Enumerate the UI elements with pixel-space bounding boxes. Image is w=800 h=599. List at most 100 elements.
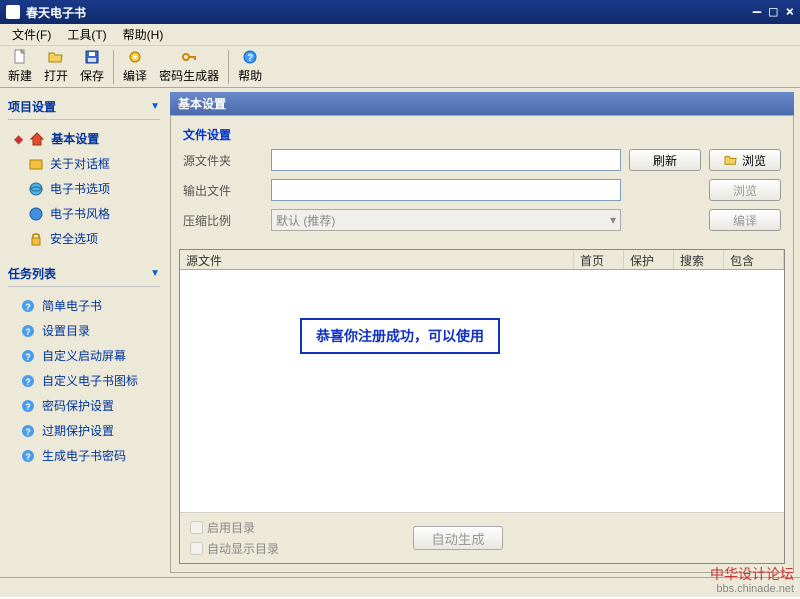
compression-label: 压缩比例 [183,212,263,229]
help-icon: ? [20,323,36,339]
workspace: 项目设置 ▼ ◆ 基本设置 关于对话框 电子书选项 电子书风格 安全选项 任务列… [0,88,800,577]
new-file-icon [12,49,28,65]
row-compression: 压缩比例 默认 (推荐) ▾ 编译 [183,209,781,231]
row-output-file: 输出文件 浏览 [183,179,781,201]
sidebar-item-basic[interactable]: ◆ 基本设置 [8,126,160,151]
sidebar-project-head: 项目设置 ▼ [8,94,160,120]
col-protect[interactable]: 保护 [624,250,674,269]
compression-value: 默认 (推荐) [276,212,335,229]
box-icon [28,156,44,172]
task-simple-ebook[interactable]: ? 简单电子书 [8,293,160,318]
auto-generate-button[interactable]: 自动生成 [413,526,503,550]
toolbar: 新建 打开 保存 编译 密码生成器 ? 帮助 [0,46,800,88]
collapse-icon[interactable]: ▼ [150,101,160,112]
bullet-icon: ◆ [14,132,23,146]
chevron-down-icon: ▾ [610,213,616,227]
panel-title: 基本设置 [170,92,794,115]
sidebar-item-options[interactable]: 电子书选项 [8,176,160,201]
sidebar-tasks-title: 任务列表 [8,265,56,282]
col-source-file[interactable]: 源文件 [180,250,574,269]
new-button[interactable]: 新建 [2,47,38,87]
sidebar-item-style[interactable]: 电子书风格 [8,201,160,226]
help-icon: ? [20,373,36,389]
enable-toc-checkbox[interactable]: 启用目录 [190,519,279,536]
compile-button[interactable]: 编译 [117,47,153,87]
key-icon [181,49,197,65]
svg-text:?: ? [25,402,31,412]
menu-file[interactable]: 文件(F) [4,24,59,45]
task-label: 密码保护设置 [42,397,114,414]
source-files-body: 恭喜你注册成功，可以使用 [180,270,784,512]
source-files-footer: 启用目录 自动显示目录 自动生成 [180,512,784,563]
gear-icon [127,49,143,65]
help-icon: ? [20,298,36,314]
col-search[interactable]: 搜索 [674,250,724,269]
task-label: 设置目录 [42,322,90,339]
help-icon: ? [20,423,36,439]
svg-text:?: ? [247,53,253,64]
save-icon [84,49,100,65]
row-source-folder: 源文件夹 刷新 浏览 [183,149,781,171]
save-button[interactable]: 保存 [74,47,110,87]
col-home[interactable]: 首页 [574,250,624,269]
menu-tools[interactable]: 工具(T) [59,24,114,45]
sidebar-project-title: 项目设置 [8,98,56,115]
task-gen-password[interactable]: ?生成电子书密码 [8,443,160,468]
task-icon[interactable]: ? 自定义电子书图标 [8,368,160,393]
browse-source-button[interactable]: 浏览 [709,149,781,171]
compile-label: 编译 [123,67,147,84]
globe-icon [28,206,44,222]
task-label: 简单电子书 [42,297,102,314]
help-icon: ? [20,348,36,364]
svg-text:?: ? [25,352,31,362]
maximize-button[interactable]: □ [769,4,777,20]
svg-text:?: ? [25,302,31,312]
collapse-icon[interactable]: ▼ [150,268,160,279]
auto-show-toc-checkbox[interactable]: 自动显示目录 [190,540,279,557]
success-message: 恭喜你注册成功，可以使用 [300,318,500,354]
sidebar-label: 关于对话框 [50,155,110,172]
open-folder-icon [48,49,64,65]
task-set-toc[interactable]: ? 设置目录 [8,318,160,343]
sidebar-item-about[interactable]: 关于对话框 [8,151,160,176]
window-title: 春天电子书 [26,4,753,21]
sidebar-item-security[interactable]: 安全选项 [8,226,160,251]
sidebar-tasks-head: 任务列表 ▼ [8,261,160,287]
minimize-button[interactable]: — [753,4,761,20]
task-label: 自定义电子书图标 [42,372,138,389]
source-folder-input[interactable] [271,149,621,171]
toolbar-separator [228,50,229,84]
source-files-panel: 源文件 首页 保护 搜索 包含 恭喜你注册成功，可以使用 启用目录 自动显示目录… [179,249,785,564]
close-button[interactable]: × [786,4,794,20]
col-include[interactable]: 包含 [724,250,784,269]
refresh-button[interactable]: 刷新 [629,149,701,171]
help-icon: ? [242,49,258,65]
browse-output-button[interactable]: 浏览 [709,179,781,201]
task-splash[interactable]: ? 自定义启动屏幕 [8,343,160,368]
task-label: 自定义启动屏幕 [42,347,126,364]
open-label: 打开 [44,67,68,84]
titlebar: 春天电子书 — □ × [0,0,800,24]
output-file-input[interactable] [271,179,621,201]
compile-panel-button[interactable]: 编译 [709,209,781,231]
pwdgen-label: 密码生成器 [159,67,219,84]
task-expiry[interactable]: ?过期保护设置 [8,418,160,443]
window-controls: — □ × [753,4,794,20]
sidebar-label: 基本设置 [51,130,99,147]
help-button[interactable]: ? 帮助 [232,47,268,87]
source-files-header: 源文件 首页 保护 搜索 包含 [180,250,784,270]
menubar: 文件(F) 工具(T) 帮助(H) [0,24,800,46]
sidebar: 项目设置 ▼ ◆ 基本设置 关于对话框 电子书选项 电子书风格 安全选项 任务列… [0,88,168,577]
svg-text:?: ? [25,377,31,387]
pwdgen-button[interactable]: 密码生成器 [153,47,225,87]
open-button[interactable]: 打开 [38,47,74,87]
sidebar-label: 安全选项 [50,230,98,247]
menu-help[interactable]: 帮助(H) [115,24,172,45]
svg-text:?: ? [25,327,31,337]
compression-select[interactable]: 默认 (推荐) ▾ [271,209,621,231]
lock-icon [28,231,44,247]
task-password[interactable]: ? 密码保护设置 [8,393,160,418]
folder-icon [724,154,738,166]
new-label: 新建 [8,67,32,84]
task-label: 生成电子书密码 [42,447,126,464]
